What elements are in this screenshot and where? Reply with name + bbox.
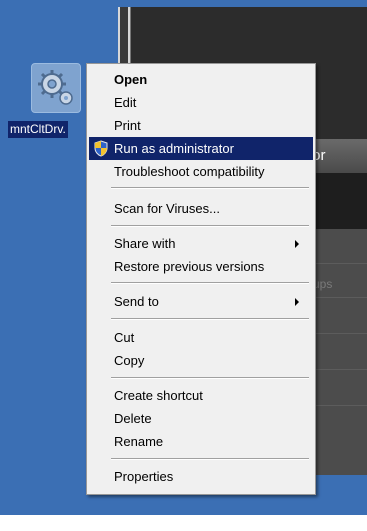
screen-bottom-strip [0,515,367,531]
desktop-file-icon[interactable]: mntCltDrv. [8,63,90,153]
menu-item-cut[interactable]: Cut [89,326,313,349]
menu-item-run-as-administrator[interactable]: Run as administrator [89,137,313,160]
menu-separator [111,187,309,189]
menu-item-label: Open [114,72,148,87]
context-menu: Open Edit Print Run as administrator Tro… [86,63,316,495]
submenu-arrow-icon [295,240,299,248]
menu-separator [111,282,309,284]
menu-separator [111,458,309,460]
menu-item-label: Send to [114,294,159,309]
menu-item-label: Delete [114,411,152,426]
menu-item-rename[interactable]: Rename [89,430,313,453]
menu-item-label: Cut [114,330,135,345]
menu-item-print[interactable]: Print [89,114,313,137]
menu-item-delete[interactable]: Delete [89,407,313,430]
menu-item-edit[interactable]: Edit [89,91,313,114]
menu-item-label: Copy [114,353,145,368]
menu-item-label: Scan for Viruses... [114,201,220,216]
desktop-file-label[interactable]: mntCltDrv. [8,121,68,138]
menu-item-label: Edit [114,95,137,110]
window-edge-line [118,7,120,67]
menu-separator [111,225,309,227]
menu-item-label: Rename [114,434,164,449]
uac-shield-icon [94,140,108,157]
menu-item-copy[interactable]: Copy [89,349,313,372]
menu-separator [111,377,309,379]
menu-item-restore-previous-versions[interactable]: Restore previous versions [89,255,313,278]
menu-item-open[interactable]: Open [89,68,313,91]
menu-item-send-to[interactable]: Send to [89,290,313,313]
menu-item-label: Troubleshoot compatibility [114,164,265,179]
menu-item-label: Restore previous versions [114,259,265,274]
gear-program-icon[interactable] [31,63,81,113]
menu-item-label: Properties [114,469,174,484]
menu-item-label: Share with [114,236,176,251]
submenu-arrow-icon [295,298,299,306]
menu-item-label: Print [114,118,141,133]
menu-item-create-shortcut[interactable]: Create shortcut [89,384,313,407]
menu-item-scan-for-viruses[interactable]: Scan for Viruses... [89,197,313,220]
menu-item-properties[interactable]: Properties [89,465,313,488]
menu-item-troubleshoot-compatibility[interactable]: Troubleshoot compatibility [89,160,313,183]
menu-item-label: Run as administrator [114,141,234,156]
menu-separator [111,318,309,320]
menu-item-share-with[interactable]: Share with [89,232,313,255]
menu-item-label: Create shortcut [114,388,203,403]
